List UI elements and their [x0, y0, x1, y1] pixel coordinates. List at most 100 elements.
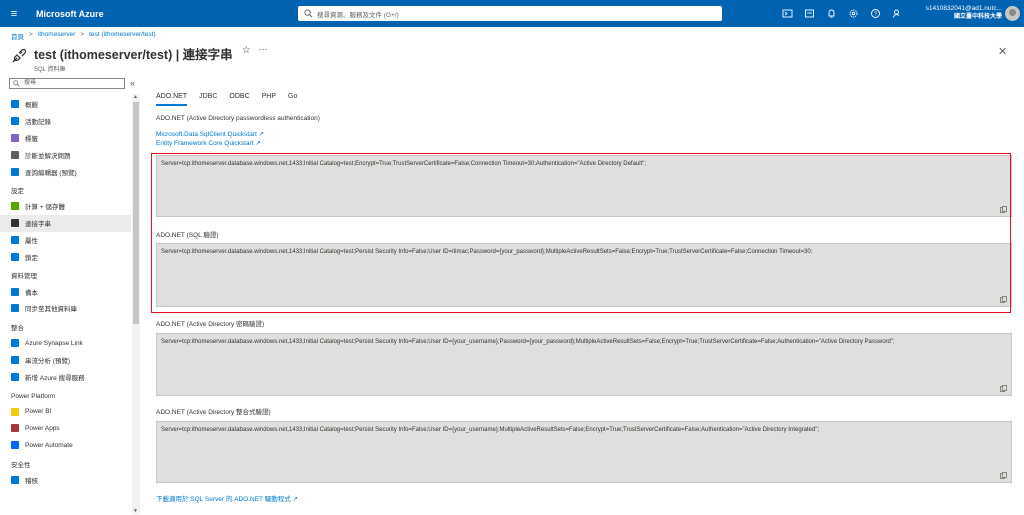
svg-text:?: ?	[874, 12, 877, 18]
menu-section-header: 設定	[11, 187, 24, 195]
menu-item-label: 新增 Azure 搜尋服務	[25, 374, 85, 382]
download-driver-link[interactable]: 下載適用於 SQL Server 的 ADO.NET 驅動程式 ↗	[156, 493, 298, 503]
menu-search-input[interactable]: 搜尋	[9, 78, 125, 89]
resource-menu: 搜尋 « 概觀活動記錄標籤 診斷並解決問題查詢編輯器 (預覽) 設定計算 + 儲存體…	[0, 77, 142, 515]
menu-item-label: 查詢編輯器 (預覽)	[25, 169, 77, 177]
menu-item-label: Power Automate	[25, 441, 73, 449]
menu-section-header: Power Platform	[11, 393, 56, 401]
directory-filter-icon[interactable]	[804, 8, 815, 19]
external-link-icon: ↗	[255, 140, 261, 147]
power-bi-icon	[11, 407, 19, 416]
more-options-icon[interactable]: ···	[259, 44, 268, 54]
menu-scrollbar[interactable]: ▲ ▼	[132, 94, 140, 514]
tab-php[interactable]: PHP	[262, 93, 276, 106]
menu-item[interactable]: 概觀	[0, 96, 131, 113]
feedback-icon[interactable]	[892, 8, 903, 19]
menu-item[interactable]: 計算 + 儲存體	[0, 198, 131, 215]
stream-analytics-icon	[11, 355, 19, 364]
menu-item[interactable]: 活動記錄	[0, 113, 131, 130]
overview-icon	[11, 100, 19, 109]
menu-item[interactable]: 鎖定	[0, 248, 131, 265]
menu-item[interactable]: 連接字串	[0, 214, 131, 232]
user-email: s1410832041@ad1.nutc...	[925, 5, 1002, 12]
menu-item[interactable]: 屬性	[0, 232, 131, 249]
help-icon[interactable]: ?	[870, 8, 881, 19]
menu-item[interactable]: 稽核	[0, 472, 131, 489]
bell-icon[interactable]	[826, 8, 837, 19]
breadcrumb-home[interactable]: 首頁	[11, 31, 24, 41]
highlight-box	[151, 153, 1011, 313]
menu-item[interactable]: 新增 Azure 搜尋服務	[0, 368, 131, 385]
menu-item[interactable]: 備本	[0, 283, 131, 300]
sqlclient-quickstart-link[interactable]: Microsoft.Data.SqlClient Quickstart ↗	[156, 130, 264, 138]
connection-string-box[interactable]: Server=tcp:ithomeserver.database.windows…	[156, 421, 1012, 483]
global-search-placeholder: 搜尋資源、服務及文件 (G+/)	[317, 11, 399, 19]
menu-list: 概觀活動記錄標籤 診斷並解決問題查詢編輯器 (預覽) 設定計算 + 儲存體連接字串屬…	[0, 96, 131, 488]
auditing-icon	[11, 475, 19, 484]
menu-section-header: 資料管理	[11, 273, 37, 281]
gear-icon[interactable]	[848, 8, 859, 19]
external-link-icon: ↗	[292, 496, 298, 503]
close-icon[interactable]: ✕	[998, 45, 1007, 58]
activity-log-icon	[11, 117, 19, 126]
menu-section-header: 安全性	[11, 461, 31, 469]
copy-icon[interactable]	[1000, 472, 1007, 479]
scroll-up-icon[interactable]: ▲	[133, 94, 138, 100]
hamburger-menu-icon[interactable]: ≡	[0, 8, 28, 20]
tag-icon	[11, 133, 19, 142]
copy-icon[interactable]	[1000, 385, 1007, 392]
tab-jdbc[interactable]: JDBC	[199, 93, 217, 106]
cloud-shell-icon[interactable]	[782, 8, 793, 19]
menu-item-label: Power BI	[25, 408, 52, 416]
scrollbar-thumb[interactable]	[133, 102, 139, 324]
breadcrumb-separator-icon: >	[80, 31, 85, 38]
connection-string-box[interactable]: Server=tcp:ithomeserver.database.windows…	[156, 333, 1012, 396]
efcore-quickstart-link[interactable]: Entity Framework Core Quickstart ↗	[156, 139, 261, 147]
connection-string-text: Server=tcp:ithomeserver.database.windows…	[161, 339, 895, 345]
tab-go[interactable]: Go	[288, 93, 297, 106]
section-ad-integrated-label: ADO.NET (Active Directory 整合式驗證)	[156, 409, 271, 416]
breadcrumb-database[interactable]: test (ithomeserver/test)	[89, 31, 155, 41]
properties-icon	[11, 235, 19, 244]
menu-item[interactable]: 標籤	[0, 130, 131, 147]
driver-tabs: ADO.NET JDBC ODBC PHP Go	[156, 93, 309, 106]
scroll-down-icon[interactable]: ▼	[133, 508, 138, 514]
menu-item[interactable]: 串流分析 (預覽)	[0, 352, 131, 369]
lock-icon	[11, 252, 19, 261]
menu-item[interactable]: Azure Synapse Link	[0, 335, 131, 352]
account-info[interactable]: s1410832041@ad1.nutc... 國立臺中科技大學	[916, 4, 1002, 22]
menu-item-label: 連接字串	[25, 221, 51, 229]
global-search-input[interactable]: 搜尋資源、服務及文件 (G+/)	[298, 6, 722, 21]
menu-item[interactable]: Power Apps	[0, 420, 131, 437]
brand-name[interactable]: Microsoft Azure	[36, 9, 104, 19]
connection-plug-icon	[12, 48, 27, 63]
breadcrumb-server[interactable]: ithomeserver	[38, 31, 76, 41]
menu-item-label: 屬性	[25, 237, 38, 245]
menu-item[interactable]: Power Automate	[0, 437, 131, 454]
connection-string-text: Server=tcp:ithomeserver.database.windows…	[161, 427, 820, 433]
section-ad-password-label: ADO.NET (Active Directory 密碼驗證)	[156, 321, 265, 328]
menu-item[interactable]: Power BI	[0, 403, 131, 420]
menu-search-placeholder: 搜尋	[24, 80, 37, 86]
sync-icon	[11, 304, 19, 313]
menu-item-label: Power Apps	[25, 424, 60, 432]
connection-strings-icon	[11, 219, 19, 228]
tab-adonet[interactable]: ADO.NET	[156, 93, 188, 106]
external-link-icon: ↗	[258, 131, 265, 138]
breadcrumb-separator-icon: >	[29, 31, 33, 38]
tab-odbc[interactable]: ODBC	[229, 93, 249, 106]
menu-item[interactable]: 查詢編輯器 (預覽)	[0, 163, 131, 180]
menu-item-label: 概觀	[25, 102, 38, 110]
avatar[interactable]	[1005, 6, 1020, 21]
menu-item[interactable]: 同步至其他資料庫	[0, 300, 131, 317]
compute-storage-icon	[11, 202, 19, 211]
collapse-menu-icon[interactable]: «	[130, 78, 135, 88]
menu-item[interactable]: 診斷並解決問題	[0, 146, 131, 163]
page-title: test (ithomeserver/test) | 連接字串	[34, 48, 233, 62]
favorite-star-icon[interactable]: ☆	[242, 45, 251, 56]
user-org: 國立臺中科技大學	[953, 14, 1002, 20]
page-header: test (ithomeserver/test) | 連接字串 SQL 資料庫 …	[11, 44, 268, 73]
menu-item-label: 活動記錄	[25, 119, 51, 127]
replicas-icon	[11, 287, 19, 296]
section-passwordless-label: ADO.NET (Active Directory passwordless a…	[156, 115, 320, 122]
